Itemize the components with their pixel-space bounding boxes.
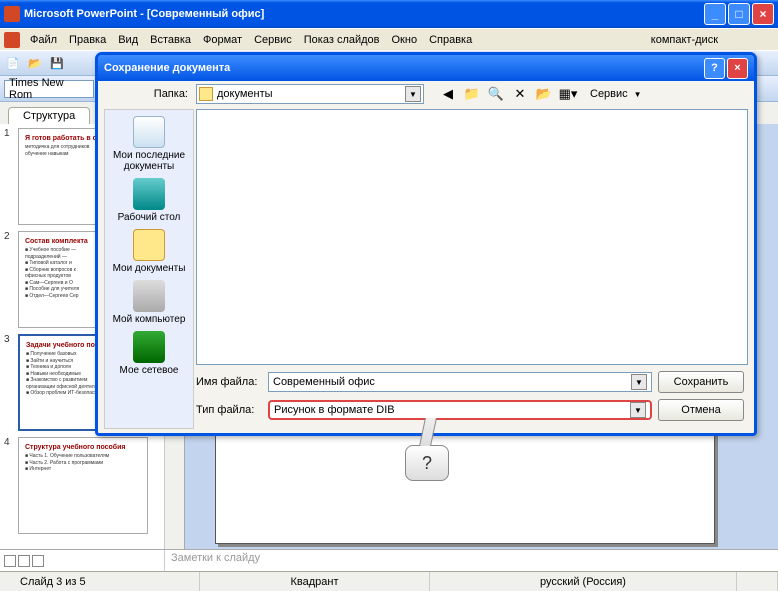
menu-window[interactable]: Окно: [386, 32, 424, 48]
notes-area: Заметки к слайду: [0, 549, 778, 571]
save-button[interactable]: 💾: [48, 54, 66, 72]
place-recent[interactable]: Мои последние документы: [105, 116, 193, 172]
file-list[interactable]: [196, 109, 748, 365]
app-title: Microsoft PowerPoint - [Современный офис…: [24, 8, 264, 20]
slide-thumbnail-4[interactable]: Структура учебного пособия ■ Часть 1. Об…: [18, 437, 148, 534]
dialog-toolbar: Папка: документы ▼ ◀ 📁 🔍 ✕ 📂 ▦▾ Сервис ▼: [98, 81, 754, 107]
powerpoint-icon: [4, 6, 20, 22]
menu-slideshow[interactable]: Показ слайдов: [298, 32, 386, 48]
menu-view[interactable]: Вид: [112, 32, 144, 48]
callout-bubble: ?: [405, 445, 449, 481]
menu-format[interactable]: Формат: [197, 32, 248, 48]
font-name-combo[interactable]: Times New Rom: [4, 80, 94, 98]
menu-tools[interactable]: Сервис: [248, 32, 298, 48]
back-button[interactable]: ◀: [438, 84, 458, 104]
folder-icon: [199, 87, 213, 101]
status-extra: [737, 572, 778, 591]
filetype-combo[interactable]: Рисунок в формате DIB ▼: [268, 400, 652, 420]
doc-icon[interactable]: [4, 32, 20, 48]
new-button[interactable]: 📄: [4, 54, 22, 72]
status-slide: Слайд 3 из 5: [0, 572, 200, 591]
place-mydocs[interactable]: Мои документы: [105, 229, 193, 274]
folder-value: документы: [217, 88, 273, 100]
menu-bar: Файл Правка Вид Вставка Формат Сервис По…: [0, 28, 778, 50]
place-desktop[interactable]: Рабочий стол: [105, 178, 193, 223]
menu-file[interactable]: Файл: [24, 32, 63, 48]
menu-right-text: компакт-диск: [651, 34, 718, 46]
chevron-down-icon[interactable]: ▼: [630, 402, 646, 418]
folder-label: Папка:: [104, 88, 192, 100]
chevron-down-icon[interactable]: ▼: [631, 374, 647, 390]
sorter-view-icon[interactable]: [18, 555, 30, 567]
save-dialog: Сохранение документа ? × Папка: документ…: [95, 52, 757, 436]
menu-edit[interactable]: Правка: [63, 32, 112, 48]
places-bar: Мои последние документы Рабочий стол Мои…: [104, 109, 194, 429]
service-menu[interactable]: Сервис: [590, 88, 628, 100]
views-button[interactable]: ▦▾: [558, 84, 578, 104]
up-button[interactable]: 📁: [462, 84, 482, 104]
font-name-value: Times New Rom: [9, 77, 89, 101]
dialog-close-button[interactable]: ×: [727, 58, 748, 79]
normal-view-icon[interactable]: [4, 555, 16, 567]
menu-help[interactable]: Справка: [423, 32, 478, 48]
filetype-label: Тип файла:: [196, 404, 262, 416]
main-titlebar: Microsoft PowerPoint - [Современный офис…: [0, 0, 778, 28]
status-bar: Слайд 3 из 5 Квадрант русский (Россия): [0, 571, 778, 591]
filename-input[interactable]: Современный офис ▼: [268, 372, 652, 392]
minimize-button[interactable]: _: [704, 3, 726, 25]
maximize-button[interactable]: □: [728, 3, 750, 25]
notes-input[interactable]: Заметки к слайду: [165, 550, 778, 571]
newfolder-button[interactable]: 📂: [534, 84, 554, 104]
thumb-num: 4: [4, 437, 18, 534]
thumb-num: 3: [4, 334, 18, 431]
close-button[interactable]: ×: [752, 3, 774, 25]
thumb-num: 1: [4, 128, 18, 225]
dialog-titlebar: Сохранение документа ? ×: [98, 55, 754, 81]
dialog-title: Сохранение документа: [104, 62, 230, 74]
search-button[interactable]: 🔍: [486, 84, 506, 104]
status-language: русский (Россия): [430, 572, 737, 591]
place-network[interactable]: Мое сетевое: [105, 331, 193, 376]
delete-button[interactable]: ✕: [510, 84, 530, 104]
status-layout: Квадрант: [200, 572, 430, 591]
open-button[interactable]: 📂: [26, 54, 44, 72]
chevron-down-icon: ▼: [634, 90, 642, 99]
place-computer[interactable]: Мой компьютер: [105, 280, 193, 325]
menu-insert[interactable]: Вставка: [144, 32, 197, 48]
callout-text: ?: [422, 453, 432, 474]
thumb-num: 2: [4, 231, 18, 328]
filename-label: Имя файла:: [196, 376, 262, 388]
cancel-file-button[interactable]: Отмена: [658, 399, 744, 421]
chevron-down-icon[interactable]: ▼: [405, 86, 421, 102]
slideshow-view-icon[interactable]: [32, 555, 44, 567]
tab-outline[interactable]: Структура: [8, 107, 90, 124]
save-file-button[interactable]: Сохранить: [658, 371, 744, 393]
dialog-help-button[interactable]: ?: [704, 58, 725, 79]
folder-combo[interactable]: документы ▼: [196, 84, 424, 104]
